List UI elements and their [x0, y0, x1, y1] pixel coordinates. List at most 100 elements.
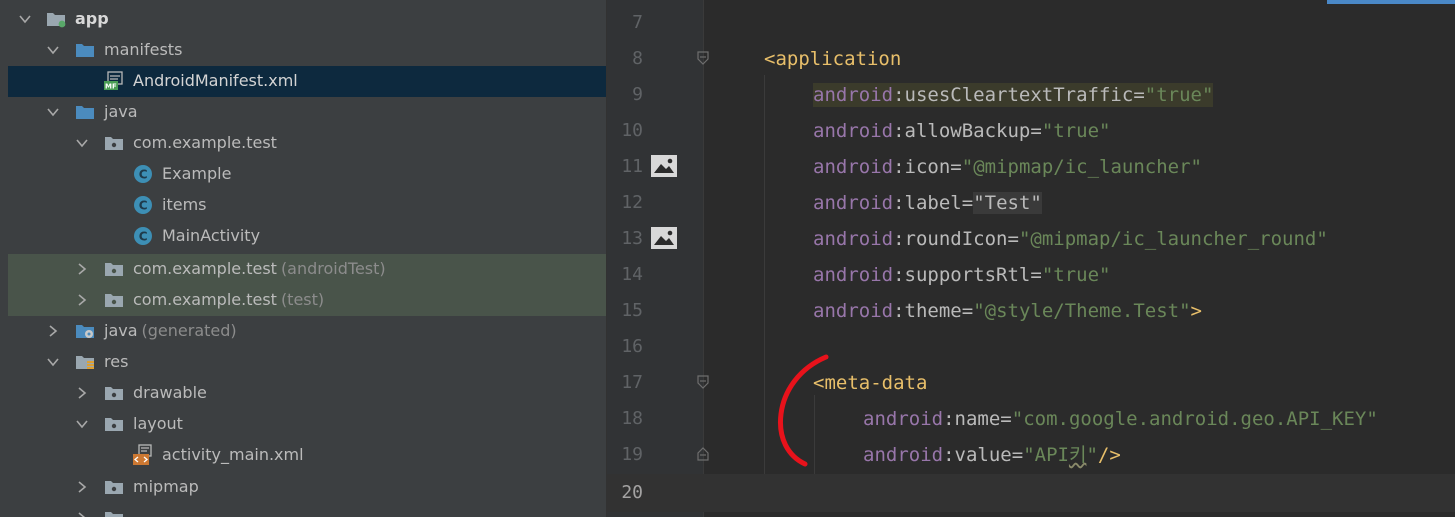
- tree-item-android-manifest[interactable]: MF AndroidManifest.xml: [8, 66, 606, 97]
- image-preview-icon[interactable]: [650, 226, 678, 250]
- package-suffix: (test): [280, 290, 325, 309]
- chevron-down-icon[interactable]: [46, 355, 60, 369]
- code-text: android:allowBackup="true": [813, 119, 1110, 143]
- line-number: 8: [632, 48, 643, 69]
- chevron-down-icon[interactable]: [75, 136, 89, 150]
- equals: =: [1000, 408, 1012, 430]
- code-text: android:theme="@style/Theme.Test">: [813, 299, 1202, 323]
- chevron-right-icon[interactable]: [75, 480, 89, 494]
- line-number: 9: [632, 84, 643, 105]
- tree-item-label: com.example.test: [133, 133, 277, 152]
- line-number: 13: [621, 228, 643, 249]
- colon: :: [943, 444, 955, 466]
- attr-name: theme: [904, 300, 962, 322]
- tree-item-drawable[interactable]: drawable: [8, 378, 606, 409]
- attr-namespace: android: [813, 156, 894, 178]
- tree-item-label: activity_main.xml: [162, 445, 304, 464]
- tree-item-java[interactable]: java: [8, 97, 606, 128]
- code-text: android:usesCleartextTraffic="true": [813, 83, 1214, 107]
- package-icon: [105, 263, 123, 276]
- code-text: android:icon="@mipmap/ic_launcher": [813, 155, 1202, 179]
- code-line-7[interactable]: 7: [607, 4, 1455, 40]
- equals: =: [961, 192, 974, 214]
- code-line-10[interactable]: 10 android:allowBackup="true": [607, 112, 1455, 148]
- chevron-down-icon[interactable]: [46, 43, 60, 57]
- code-line-20-current[interactable]: 20: [607, 474, 1455, 512]
- tree-item-label: com.example.test (androidTest): [133, 259, 386, 279]
- chevron-right-icon: [78, 512, 86, 517]
- tree-item-label: Example: [162, 164, 232, 183]
- code-line-18[interactable]: 18 android:name="com.google.android.geo.…: [607, 400, 1455, 436]
- code-line-19[interactable]: 19 android:value="API키"/>: [607, 436, 1455, 472]
- code-line-8[interactable]: 8 <application: [607, 40, 1455, 76]
- equals: =: [1030, 264, 1042, 286]
- attr-value: "@mipmap/ic_launcher": [961, 156, 1202, 178]
- chevron-down-icon[interactable]: [46, 105, 60, 119]
- fold-collapse-icon[interactable]: [695, 50, 711, 66]
- code-line-16[interactable]: 16: [607, 328, 1455, 364]
- tree-item-java-generated[interactable]: java (generated): [8, 316, 606, 347]
- colon: :: [893, 156, 905, 178]
- chevron-right-icon[interactable]: [75, 262, 89, 276]
- tree-item-app[interactable]: app: [8, 4, 606, 35]
- code-line-12[interactable]: 12 android:label="Test": [607, 184, 1455, 220]
- fold-collapse-icon[interactable]: [695, 374, 711, 390]
- line-number: 7: [632, 12, 643, 33]
- fold-end-icon[interactable]: [695, 446, 711, 462]
- attr-name: roundIcon: [904, 228, 1008, 250]
- project-tree-panel: app manifests MF AndroidManifest.xml jav…: [0, 0, 607, 517]
- code-text: android:roundIcon="@mipmap/ic_launcher_r…: [813, 227, 1328, 251]
- tree-item-package-test[interactable]: com.example.test (test): [8, 285, 606, 316]
- tree-item-manifests[interactable]: manifests: [8, 35, 606, 66]
- tree-item-class-example[interactable]: C Example: [8, 159, 606, 190]
- chevron-right-icon[interactable]: [75, 386, 89, 400]
- layout-file-icon: [133, 444, 152, 465]
- tree-item-package-main[interactable]: com.example.test: [8, 128, 606, 159]
- tree-item-class-mainactivity[interactable]: C MainActivity: [8, 221, 606, 252]
- code-line-13[interactable]: 13 android:roundIcon="@mipmap/ic_launche…: [607, 220, 1455, 256]
- package-name: com.example.test: [133, 259, 277, 278]
- tree-item-layout[interactable]: layout: [8, 409, 606, 440]
- tool-window-strip: [0, 0, 8, 517]
- attr-name: value: [954, 444, 1012, 466]
- chevron-down-icon[interactable]: [18, 12, 32, 26]
- attr-namespace: android: [863, 444, 944, 466]
- code-editor[interactable]: 7 8 <application 9 android:usesCleartext…: [607, 0, 1455, 517]
- attr-value-folded[interactable]: "Test": [973, 192, 1042, 214]
- attr-name: usesCleartextTraffic: [904, 84, 1134, 106]
- class-icon: C: [134, 227, 152, 245]
- chevron-right-icon[interactable]: [46, 324, 60, 338]
- tree-item-mipmap[interactable]: mipmap: [8, 472, 606, 503]
- image-preview-icon[interactable]: [650, 154, 678, 178]
- generated-folder-icon: [76, 325, 94, 338]
- tree-item-package-androidtest[interactable]: com.example.test (androidTest): [8, 254, 606, 285]
- code-line-17[interactable]: 17 <meta-data: [607, 364, 1455, 400]
- line-number: 16: [621, 336, 643, 357]
- attr-name: allowBackup: [904, 120, 1031, 142]
- attr-value-korean: 키: [1068, 444, 1087, 466]
- line-number: 15: [621, 300, 643, 321]
- attr-value: "true": [1144, 84, 1214, 106]
- manifest-file-icon: MF: [104, 71, 123, 91]
- tree-item-label: com.example.test (test): [133, 290, 324, 310]
- attr-value: "true": [1041, 264, 1111, 286]
- code-text: android:label="Test": [813, 191, 1042, 215]
- tree-item-label: mipmap: [133, 477, 199, 496]
- tree-item-activity-main[interactable]: activity_main.xml: [8, 440, 606, 471]
- attr-value-start: "API: [1023, 444, 1069, 466]
- tree-item-res[interactable]: res: [8, 347, 606, 378]
- tree-item-class-items[interactable]: C items: [8, 190, 606, 221]
- code-line-15[interactable]: 15 android:theme="@style/Theme.Test">: [607, 292, 1455, 328]
- tree-item-label: java (generated): [104, 321, 237, 341]
- chevron-right-icon[interactable]: [75, 293, 89, 307]
- equals: =: [1007, 228, 1019, 250]
- code-line-9[interactable]: 9 android:usesCleartextTraffic="true": [607, 76, 1455, 112]
- chevron-down-icon[interactable]: [75, 417, 89, 431]
- code-text: android:supportsRtl="true": [813, 263, 1110, 287]
- attr-namespace: android: [813, 300, 894, 322]
- code-line-11[interactable]: 11 android:icon="@mipmap/ic_launcher": [607, 148, 1455, 184]
- code-line-14[interactable]: 14 android:supportsRtl="true": [607, 256, 1455, 292]
- attr-value: "@mipmap/ic_launcher_round": [1018, 228, 1328, 250]
- code-text: <meta-data: [813, 371, 927, 395]
- tree-item-partial: [8, 503, 606, 517]
